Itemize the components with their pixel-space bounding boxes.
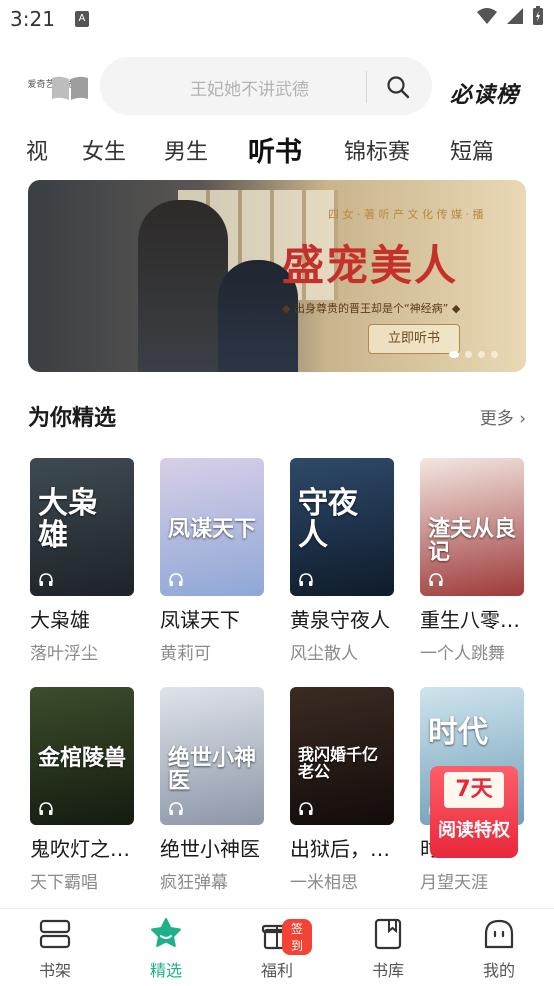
signal-icon bbox=[507, 8, 523, 24]
battery-icon bbox=[533, 6, 543, 25]
book-cover[interactable]: 我闪婚千亿老公 bbox=[290, 687, 394, 825]
headphone-icon bbox=[299, 573, 313, 586]
headphone-icon bbox=[299, 802, 313, 815]
tab-audiobook[interactable]: 听书 bbox=[248, 130, 302, 169]
cover-title: 渣夫从良记 bbox=[428, 516, 517, 566]
nav-featured[interactable]: 精选 bbox=[131, 917, 201, 981]
book-card[interactable]: 凤谋天下 凤谋天下 黄莉可 bbox=[160, 458, 264, 664]
book-card[interactable]: 绝世小神医 绝世小神医 疯狂弹幕 bbox=[160, 687, 264, 893]
open-book-icon bbox=[52, 76, 88, 100]
book-card[interactable]: 大枭雄 大枭雄 落叶浮尘 bbox=[30, 458, 134, 664]
tab-championship[interactable]: 锦标赛 bbox=[344, 134, 410, 166]
book-author: 风尘散人 bbox=[290, 644, 358, 664]
carousel-indicator bbox=[449, 351, 498, 358]
notification-icon: A bbox=[74, 11, 89, 27]
banner-subline: 四 女 · 著 听 产 文 化 传 媒 · 播 bbox=[328, 208, 484, 221]
promo-banner[interactable]: 四 女 · 著 听 产 文 化 传 媒 · 播 盛宠美人 ◆ 出身尊贵的晋王却是… bbox=[28, 180, 526, 372]
book-title[interactable]: 鬼吹灯之… bbox=[30, 833, 134, 862]
book-author: 落叶浮尘 bbox=[30, 644, 98, 664]
headphone-icon bbox=[169, 802, 183, 815]
header: 爱奇艺小说 王妃她不讲武德 必读榜 bbox=[0, 55, 554, 117]
book-author: 天下霸唱 bbox=[30, 873, 98, 893]
nav-library[interactable]: 书库 bbox=[353, 917, 423, 981]
cover-title: 凤谋天下 bbox=[168, 516, 257, 542]
book-title[interactable]: 重生八零… bbox=[420, 604, 524, 633]
nav-profile[interactable]: 我的 bbox=[464, 917, 534, 981]
book-cover[interactable]: 大枭雄 bbox=[30, 458, 134, 596]
book-author: 一米相思 bbox=[290, 873, 358, 893]
book-title[interactable]: 绝世小神医 bbox=[160, 833, 264, 862]
book-card[interactable]: 守夜人黄泉守夜人风尘散人 bbox=[290, 458, 394, 664]
category-tabs: 视 女生 男生 听书 锦标赛 短篇 bbox=[0, 130, 554, 170]
more-link[interactable]: 更多 › bbox=[480, 404, 526, 429]
promo-days: 7天 bbox=[444, 772, 504, 808]
cover-title: 时代 bbox=[428, 715, 488, 750]
nav-label: 书架 bbox=[38, 961, 71, 980]
bookshelf-icon bbox=[39, 919, 71, 949]
book-author: 疯狂弹幕 bbox=[160, 873, 228, 893]
star-icon bbox=[151, 918, 181, 947]
search-bar[interactable]: 王妃她不讲武德 bbox=[100, 57, 432, 115]
cover-title: 大枭雄 bbox=[38, 486, 98, 553]
book-title[interactable]: 大枭雄 bbox=[30, 604, 134, 633]
headphone-icon bbox=[169, 573, 183, 586]
search-placeholder: 王妃她不讲武德 bbox=[190, 80, 309, 100]
tab-male[interactable]: 男生 bbox=[164, 134, 208, 166]
book-cover[interactable]: 渣夫从良记 bbox=[420, 458, 524, 596]
status-icons bbox=[476, 6, 544, 26]
book-card[interactable]: 渣夫从良记重生八零… 一个人跳舞 bbox=[420, 458, 524, 664]
book-cover[interactable]: 绝世小神医 bbox=[160, 687, 264, 825]
nav-label: 我的 bbox=[482, 961, 515, 980]
library-icon bbox=[374, 918, 402, 950]
cover-title: 守夜人 bbox=[298, 486, 358, 553]
tab-female[interactable]: 女生 bbox=[82, 134, 126, 166]
check-in-badge: 签到 bbox=[282, 919, 312, 955]
book-cover[interactable]: 守夜人 bbox=[290, 458, 394, 596]
nav-label: 书库 bbox=[371, 961, 404, 980]
nav-bookshelf[interactable]: 书架 bbox=[20, 917, 90, 981]
app-logo[interactable]: 爱奇艺小说 bbox=[26, 75, 88, 117]
banner-tagline: ◆ 出身尊贵的晋王却是个“神经病” ◆ bbox=[282, 302, 461, 315]
headphone-icon bbox=[429, 573, 443, 586]
book-cover[interactable]: 凤谋天下 bbox=[160, 458, 264, 596]
book-title[interactable]: 黄泉守夜人 bbox=[290, 604, 394, 633]
carousel-dot[interactable] bbox=[491, 351, 498, 358]
profile-icon bbox=[484, 919, 514, 949]
bottom-nav: 书架 精选 福利 签到 书库 我的 bbox=[0, 908, 554, 986]
tab-partial[interactable]: 视 bbox=[26, 134, 48, 166]
search-divider bbox=[366, 71, 367, 103]
nav-welfare[interactable]: 福利 签到 bbox=[242, 917, 312, 981]
status-bar: 3:21 A bbox=[0, 0, 554, 38]
book-card[interactable]: 我闪婚千亿老公出狱后，… 一米相思 bbox=[290, 687, 394, 893]
wifi-icon bbox=[477, 8, 497, 24]
cover-title: 绝世小神医 bbox=[168, 745, 257, 795]
nav-label: 福利 bbox=[260, 961, 293, 980]
nav-label: 精选 bbox=[149, 961, 182, 980]
cover-title: 我闪婚千亿老公 bbox=[298, 745, 379, 781]
section-title: 为你精选 bbox=[28, 406, 117, 431]
book-author: 黄莉可 bbox=[160, 644, 211, 664]
search-icon[interactable] bbox=[386, 75, 410, 99]
carousel-dot[interactable] bbox=[465, 351, 472, 358]
banner-figure bbox=[138, 200, 228, 372]
book-cover[interactable]: 金棺陵兽 bbox=[30, 687, 134, 825]
book-title[interactable]: 出狱后，… bbox=[290, 833, 394, 862]
banner-title: 盛宠美人 bbox=[282, 241, 459, 290]
listen-now-button[interactable]: 立即听书 bbox=[368, 324, 460, 354]
promo-text: 阅读特权 bbox=[438, 820, 510, 841]
carousel-dot[interactable] bbox=[449, 351, 459, 358]
status-time: 3:21 bbox=[10, 7, 55, 31]
carousel-dot[interactable] bbox=[478, 351, 485, 358]
headphone-icon bbox=[39, 802, 53, 815]
book-author: 月望天涯 bbox=[420, 873, 488, 893]
must-read-ranking-link[interactable]: 必读榜 bbox=[450, 77, 519, 109]
cover-title: 金棺陵兽 bbox=[38, 745, 127, 771]
book-author: 一个人跳舞 bbox=[420, 644, 505, 664]
book-title[interactable]: 凤谋天下 bbox=[160, 604, 264, 633]
tab-short-stories[interactable]: 短篇 bbox=[450, 134, 494, 166]
book-card[interactable]: 金棺陵兽鬼吹灯之… 天下霸唱 bbox=[30, 687, 134, 893]
reading-privilege-promo[interactable]: 7天 阅读特权 bbox=[430, 766, 518, 858]
headphone-icon bbox=[39, 573, 53, 586]
